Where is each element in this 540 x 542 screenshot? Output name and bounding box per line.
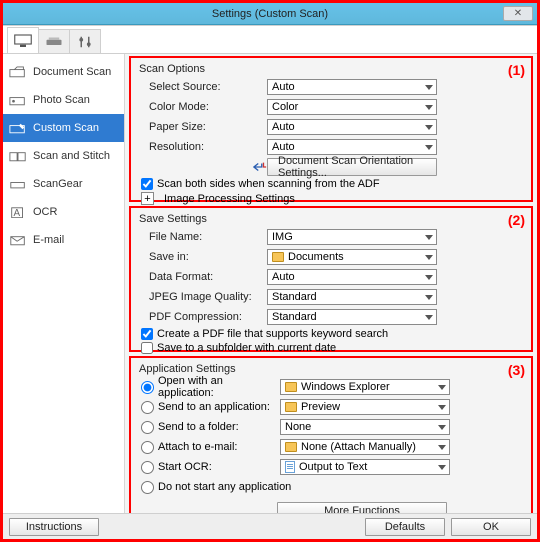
sidebar-item-custom-scan[interactable]: Custom Scan — [3, 114, 124, 142]
group-number-2: (2) — [508, 212, 525, 228]
scan-both-sides-checkbox[interactable]: Scan both sides when scanning from the A… — [141, 178, 523, 190]
instructions-button[interactable]: Instructions — [9, 518, 99, 536]
data-format-label: Data Format: — [139, 271, 267, 283]
sliders-icon — [76, 35, 94, 49]
sidebar-item-scangear[interactable]: ScanGear — [3, 170, 124, 198]
folder-icon — [285, 402, 297, 412]
image-processing-label: Image Processing Settings — [164, 193, 295, 205]
sidebar-item-document-scan[interactable]: Document Scan — [3, 58, 124, 86]
document-scan-icon — [9, 65, 27, 79]
ok-button[interactable]: OK — [451, 518, 531, 536]
monitor-icon — [14, 34, 32, 48]
resolution-combo[interactable]: Auto — [267, 139, 437, 155]
scan-options-title: Scan Options — [139, 63, 523, 75]
do-not-start-radio[interactable] — [141, 481, 154, 494]
paper-size-label: Paper Size: — [139, 121, 267, 133]
sidebar-item-label: Scan and Stitch — [33, 150, 110, 162]
sidebar-item-ocr[interactable]: A OCR — [3, 198, 124, 226]
save-settings-title: Save Settings — [139, 213, 523, 225]
start-ocr-radio[interactable] — [141, 461, 154, 474]
defaults-button[interactable]: Defaults — [365, 518, 445, 536]
folder-icon — [272, 252, 284, 262]
title-bar: Settings (Custom Scan) ✕ — [3, 3, 537, 25]
color-mode-combo[interactable]: Color — [267, 99, 437, 115]
content-pane: (1) Scan Options Select Source: Auto Col… — [125, 54, 537, 513]
scanner-icon — [45, 35, 63, 49]
scan-options-group: (1) Scan Options Select Source: Auto Col… — [129, 56, 533, 202]
jpeg-quality-combo[interactable]: Standard — [267, 289, 437, 305]
save-in-combo[interactable]: Documents — [267, 249, 437, 265]
close-button[interactable]: ✕ — [503, 6, 533, 21]
sidebar-item-label: OCR — [33, 206, 57, 218]
send-to-folder-combo[interactable]: None — [280, 419, 450, 435]
stitch-icon — [9, 149, 27, 163]
image-processing-expander[interactable]: + — [141, 192, 154, 205]
sidebar-item-photo-scan[interactable]: Photo Scan — [3, 86, 124, 114]
color-mode-label: Color Mode: — [139, 101, 267, 113]
custom-scan-icon — [9, 121, 27, 135]
save-in-label: Save in: — [139, 251, 267, 263]
open-with-app-radio[interactable] — [141, 381, 154, 394]
sidebar-item-label: ScanGear — [33, 178, 83, 190]
start-ocr-combo[interactable]: Output to Text — [280, 459, 450, 475]
save-settings-group: (2) Save Settings File Name: IMG Save in… — [129, 206, 533, 352]
sidebar-item-email[interactable]: E-mail — [3, 226, 124, 254]
ocr-icon: A — [9, 205, 27, 219]
top-tabs — [3, 26, 537, 54]
more-functions-button[interactable]: More Functions — [277, 502, 447, 514]
select-source-label: Select Source: — [139, 81, 267, 93]
attach-email-label: Attach to e-mail: — [158, 441, 280, 453]
tab-general-settings[interactable] — [69, 29, 101, 53]
orientation-settings-button[interactable]: Document Scan Orientation Settings... — [267, 158, 437, 176]
data-format-combo[interactable]: Auto — [267, 269, 437, 285]
tab-scan-from-panel[interactable] — [38, 29, 70, 53]
restore-default-icon[interactable] — [247, 161, 267, 173]
save-subfolder-checkbox[interactable]: Save to a subfolder with current date — [141, 342, 523, 354]
folder-icon — [285, 382, 297, 392]
send-to-app-radio[interactable] — [141, 401, 154, 414]
svg-text:A: A — [14, 208, 21, 219]
file-name-field[interactable]: IMG — [267, 229, 437, 245]
sidebar-item-label: Custom Scan — [33, 122, 99, 134]
document-icon — [285, 461, 295, 473]
open-with-app-label: Open with an application: — [158, 375, 280, 399]
paper-size-combo[interactable]: Auto — [267, 119, 437, 135]
do-not-start-label: Do not start any application — [158, 481, 291, 493]
send-to-app-combo[interactable]: Preview — [280, 399, 450, 415]
jpeg-quality-label: JPEG Image Quality: — [139, 291, 267, 303]
pdf-compression-label: PDF Compression: — [139, 311, 267, 323]
folder-icon — [285, 442, 297, 452]
sidebar-item-scan-and-stitch[interactable]: Scan and Stitch — [3, 142, 124, 170]
window-title: Settings (Custom Scan) — [212, 8, 328, 20]
send-to-app-label: Send to an application: — [158, 401, 280, 413]
pdf-compression-combo[interactable]: Standard — [267, 309, 437, 325]
tab-scan-from-computer[interactable] — [7, 27, 39, 53]
send-to-folder-label: Send to a folder: — [158, 421, 280, 433]
footer: Instructions Defaults OK — [3, 513, 537, 539]
sidebar-item-label: Document Scan — [33, 66, 111, 78]
email-icon — [9, 233, 27, 247]
app-window: Settings (Custom Scan) ✕ Document Scan — [0, 0, 540, 542]
attach-email-radio[interactable] — [141, 441, 154, 454]
select-source-combo[interactable]: Auto — [267, 79, 437, 95]
attach-email-combo[interactable]: None (Attach Manually) — [280, 439, 450, 455]
application-settings-group: (3) Application Settings Open with an ap… — [129, 356, 533, 513]
application-settings-title: Application Settings — [139, 363, 523, 375]
scangear-icon — [9, 177, 27, 191]
open-with-app-combo[interactable]: Windows Explorer — [280, 379, 450, 395]
sidebar-item-label: Photo Scan — [33, 94, 90, 106]
create-pdf-keyword-checkbox[interactable]: Create a PDF file that supports keyword … — [141, 328, 523, 340]
send-to-folder-radio[interactable] — [141, 421, 154, 434]
file-name-label: File Name: — [139, 231, 267, 243]
start-ocr-label: Start OCR: — [158, 461, 280, 473]
resolution-label: Resolution: — [139, 141, 267, 153]
sidebar-item-label: E-mail — [33, 234, 64, 246]
photo-scan-icon — [9, 93, 27, 107]
sidebar: Document Scan Photo Scan Custom Scan Sca… — [3, 54, 125, 513]
group-number-3: (3) — [508, 362, 525, 378]
group-number-1: (1) — [508, 62, 525, 78]
